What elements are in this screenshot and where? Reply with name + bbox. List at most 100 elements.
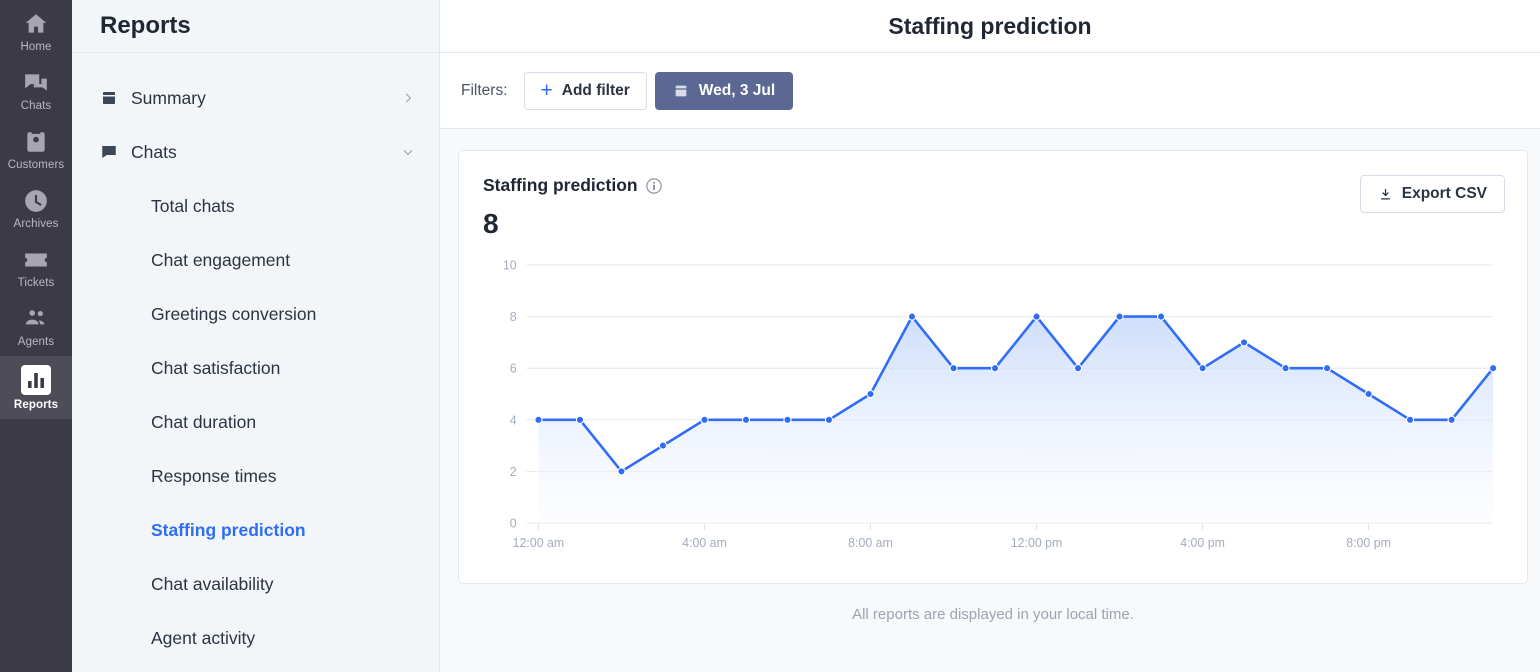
header-title: Staffing prediction: [888, 12, 1092, 39]
filters-label: Filters:: [461, 81, 508, 99]
staffing-prediction-card: Staffing prediction 8 Export CSV 0 2 4 6…: [458, 150, 1528, 584]
rail-item-archives[interactable]: Archives: [0, 179, 72, 238]
info-icon[interactable]: [645, 177, 663, 195]
date-filter-button[interactable]: Wed, 3 Jul: [654, 71, 794, 110]
card-title-row: Staffing prediction: [483, 175, 663, 196]
card-metric-value: 8: [483, 208, 499, 239]
footnote-text: All reports are displayed in your local …: [852, 606, 1134, 623]
svg-text:0: 0: [510, 516, 517, 530]
sidebar-item-chat-availability[interactable]: Chat availability: [72, 557, 439, 611]
chart-point[interactable]: [1281, 364, 1290, 373]
svg-text:4:00 pm: 4:00 pm: [1180, 536, 1225, 550]
calendar-icon: [675, 85, 687, 96]
chart-x-axis-labels: 12:00 am 4:00 am 8:00 am 12:00 pm 4:00 pm 8:0…: [513, 536, 1391, 550]
chart-point[interactable]: [907, 312, 917, 321]
chart-point[interactable]: [1364, 389, 1373, 399]
rail-item-tickets[interactable]: Tickets: [0, 238, 72, 297]
sidebar-item-chat-engagement[interactable]: Chat engagement: [72, 233, 439, 287]
chart-point[interactable]: [1447, 415, 1456, 424]
chart-point[interactable]: [658, 441, 668, 450]
sidebar-item-label: Staffing prediction: [151, 519, 306, 540]
sidebar-group-chats[interactable]: Chats: [72, 125, 439, 179]
sidebar-item-staffing-prediction[interactable]: Staffing prediction: [72, 503, 439, 557]
svg-text:8: 8: [510, 310, 517, 324]
sidebar-item-label: Chat availability: [151, 573, 274, 594]
content-area: Staffing prediction 8 Export CSV 0 2 4 6…: [440, 129, 1540, 672]
home-icon: [23, 11, 49, 37]
chart-point[interactable]: [575, 415, 585, 424]
chart-point[interactable]: [1322, 364, 1332, 373]
chart-y-axis-labels: 0 2 4 6 8 10: [503, 258, 517, 530]
customers-icon: [23, 129, 49, 155]
sidebar-item-label: Response times: [151, 465, 277, 486]
rail-item-home[interactable]: Home: [0, 2, 72, 61]
chart-point[interactable]: [741, 415, 751, 424]
chart-point[interactable]: [824, 415, 834, 424]
sidebar-item-chat-duration[interactable]: Chat duration: [72, 395, 439, 449]
sidebar-item-label: Agent activity: [151, 627, 256, 648]
clock-icon: [23, 188, 49, 214]
chart-point[interactable]: [990, 364, 1000, 373]
rail-label-customers: Customers: [7, 159, 65, 171]
app-root: Home Chats Customers Archives Tickets Ag…: [0, 0, 1540, 672]
rail-item-agents[interactable]: Agents: [0, 297, 72, 356]
sidebar-item-label: Chat satisfaction: [151, 357, 281, 378]
rail-item-customers[interactable]: Customers: [0, 120, 72, 179]
svg-text:8:00 pm: 8:00 pm: [1346, 536, 1391, 550]
chat-bubble-icon: [100, 143, 120, 161]
svg-text:6: 6: [510, 362, 517, 376]
chart-point[interactable]: [1073, 364, 1083, 373]
chevron-right-icon: [405, 93, 412, 103]
sidebar-item-total-chats[interactable]: Total chats: [72, 179, 439, 233]
sidebar-group-label-chats: Chats: [131, 141, 177, 162]
sidebar-item-label: Chat engagement: [151, 249, 291, 270]
chart-point[interactable]: [866, 389, 875, 399]
sidebar-item-greetings-conversion[interactable]: Greetings conversion: [72, 287, 439, 341]
svg-text:12:00 pm: 12:00 pm: [1011, 536, 1063, 550]
export-csv-button[interactable]: Export CSV: [1359, 175, 1505, 213]
rail-label-reports: Reports: [13, 399, 59, 411]
chart-point[interactable]: [1032, 312, 1041, 321]
filter-bar: Filters: + Add filter Wed, 3 Jul: [440, 53, 1540, 129]
sidebar-item-response-times[interactable]: Response times: [72, 449, 439, 503]
chart-point[interactable]: [534, 415, 543, 424]
sidebar-item-label: Total chats: [151, 195, 235, 216]
chart-point[interactable]: [1156, 312, 1166, 321]
agents-icon: [23, 306, 49, 332]
chart-point[interactable]: [949, 364, 958, 373]
sidebar-item-agent-activity[interactable]: Agent activity: [72, 611, 439, 665]
chart-x-axis-ticks: [537, 523, 1370, 530]
chart-point[interactable]: [1239, 338, 1249, 347]
chart-point[interactable]: [1489, 364, 1498, 373]
svg-text:4: 4: [510, 413, 517, 427]
rail-item-reports[interactable]: Reports: [0, 356, 72, 419]
sidebar-item-chat-satisfaction[interactable]: Chat satisfaction: [72, 341, 439, 395]
svg-text:8:00 am: 8:00 am: [848, 536, 893, 550]
chart-point[interactable]: [783, 415, 792, 424]
svg-text:2: 2: [510, 465, 517, 479]
chart-svg: 0 2 4 6 8 10 12:00 am 4:00 am 8:00 am 12:00 pm 4:…: [503, 258, 1498, 550]
chart-point[interactable]: [1115, 312, 1124, 321]
sidebar-nav-list: Summary Chats Total chats Chat engagemen…: [72, 53, 439, 665]
chart-point[interactable]: [617, 467, 626, 476]
sidebar-group-summary[interactable]: Summary: [72, 71, 439, 125]
page-title: Reports: [100, 12, 191, 39]
sidebar-item-label: Chat duration: [151, 411, 257, 432]
chart-point[interactable]: [1405, 415, 1415, 424]
sidebar-header: Reports: [72, 0, 439, 53]
chats-icon: [23, 70, 49, 96]
add-filter-label: Add filter: [561, 81, 630, 99]
download-icon: [1380, 188, 1390, 199]
calendar-icon: [100, 89, 120, 107]
card-title: Staffing prediction: [483, 175, 638, 195]
svg-text:10: 10: [503, 258, 517, 272]
add-filter-button[interactable]: + Add filter: [523, 71, 647, 110]
main-content: Staffing prediction Filters: + Add filte…: [440, 0, 1540, 672]
chart-point[interactable]: [700, 415, 709, 424]
chart-point[interactable]: [1198, 364, 1207, 373]
rail-item-chats[interactable]: Chats: [0, 61, 72, 120]
rail-label-home: Home: [20, 41, 52, 53]
bar-chart-icon: [21, 365, 51, 395]
staffing-prediction-chart: 0 2 4 6 8 10 12:00 am 4:00 am 8:00 am 12:00 pm 4:…: [483, 255, 1505, 565]
rail-label-chats: Chats: [20, 100, 52, 112]
